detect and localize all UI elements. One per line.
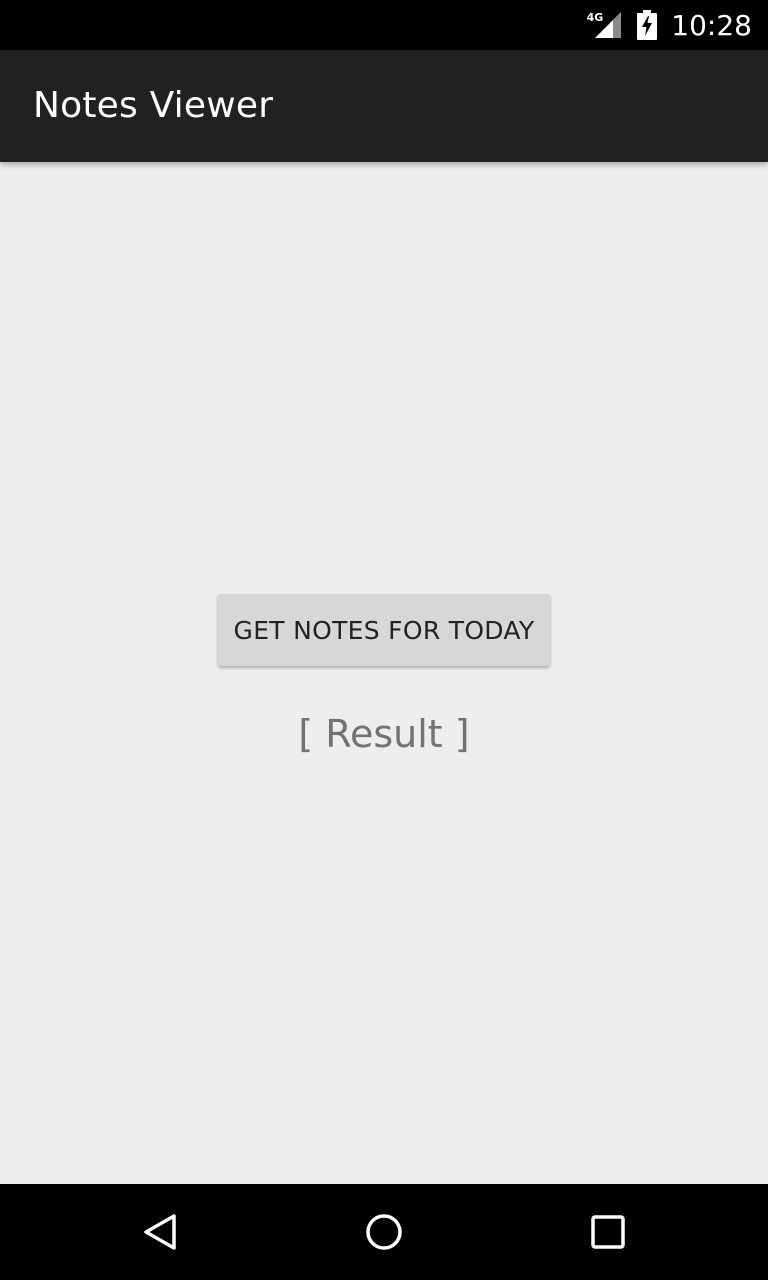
- home-button[interactable]: [320, 1184, 448, 1280]
- get-notes-button[interactable]: GET NOTES FOR TODAY: [218, 594, 550, 666]
- result-text: [ Result ]: [298, 712, 470, 756]
- home-circle-icon: [366, 1214, 402, 1250]
- recent-apps-square-icon: [591, 1215, 625, 1249]
- back-button[interactable]: [96, 1184, 224, 1280]
- back-triangle-icon: [144, 1214, 176, 1250]
- app-bar: Notes Viewer: [0, 50, 768, 162]
- main-content: GET NOTES FOR TODAY [ Result ]: [0, 162, 768, 1184]
- clock: 10:28: [671, 8, 752, 42]
- navigation-bar: [0, 1184, 768, 1280]
- status-icons: 4G 10:28: [587, 0, 752, 50]
- network-type-label: 4G: [586, 10, 604, 24]
- app-title: Notes Viewer: [33, 85, 274, 126]
- recent-apps-button[interactable]: [544, 1184, 672, 1280]
- status-bar: 4G 10:28: [0, 0, 768, 50]
- battery-charging-icon: [637, 10, 658, 40]
- screen: 4G 10:28 Notes Viewer GET NOTES FOR TODA…: [0, 0, 768, 1280]
